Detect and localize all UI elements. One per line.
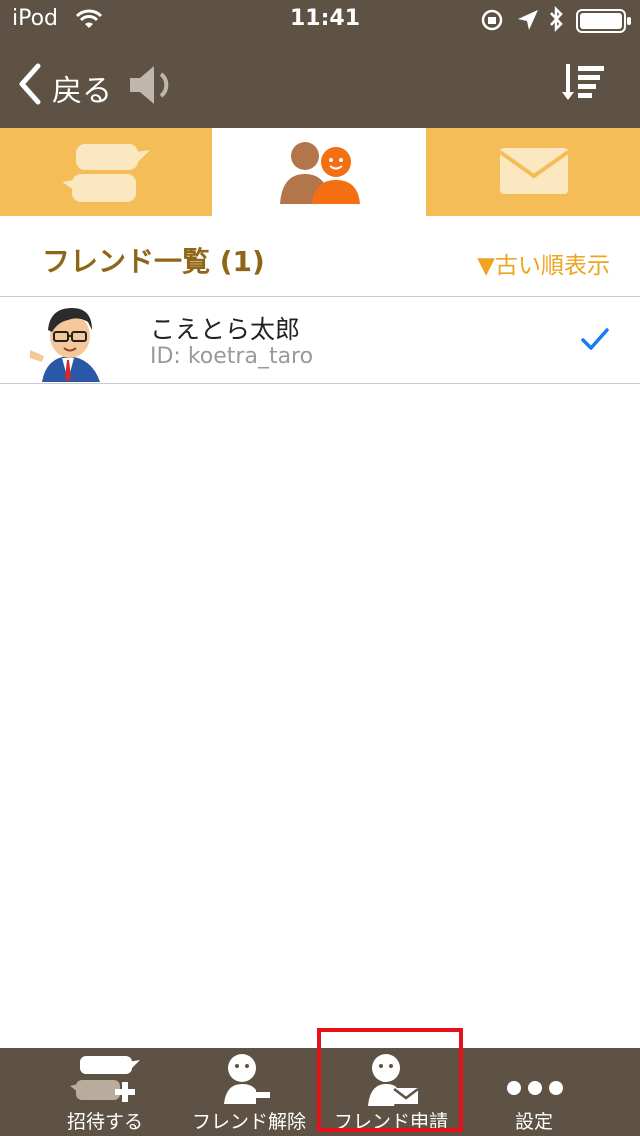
tab-bar [0,128,640,216]
chat-bubbles-icon [62,144,150,202]
friend-name: こえとら太郎 [150,315,301,344]
status-time: 11:41 [290,6,361,31]
remove-friend-button[interactable]: フレンド解除 [182,1048,316,1136]
highlight-box [317,1028,463,1132]
friend-list-title: フレンド一覧 (1) [42,245,265,278]
back-button[interactable]: 戻る [52,66,112,110]
orientation-lock-icon [481,9,503,31]
friends-icon [280,142,360,204]
battery-icon [576,9,631,33]
mail-icon [498,148,570,194]
location-icon [518,10,538,30]
checkmark-icon [581,328,609,350]
invite-button[interactable]: 招待する [50,1048,160,1136]
wifi-icon [75,9,103,28]
sort-oldest-button[interactable]: ▼古い順表示 [477,246,610,280]
sort-order-icon[interactable] [560,62,608,104]
back-chevron-icon[interactable] [16,62,44,106]
invite-icon [70,1056,140,1102]
more-dots-icon [507,1081,563,1095]
settings-label: 設定 [514,1111,553,1133]
avatar [30,308,100,382]
remove-friend-label: フレンド解除 [191,1111,306,1133]
bluetooth-icon [550,6,563,32]
friend-id: ID: koetra_taro [150,344,314,369]
device-name: iPod [12,6,59,31]
tab-mail[interactable] [426,128,640,216]
divider [0,383,640,384]
speaker-icon[interactable] [128,64,176,106]
invite-label: 招待する [66,1111,143,1133]
tab-chat[interactable] [0,128,212,216]
settings-button[interactable]: 設定 [482,1048,586,1136]
remove-friend-icon [224,1054,270,1104]
tab-friends[interactable] [212,128,426,216]
